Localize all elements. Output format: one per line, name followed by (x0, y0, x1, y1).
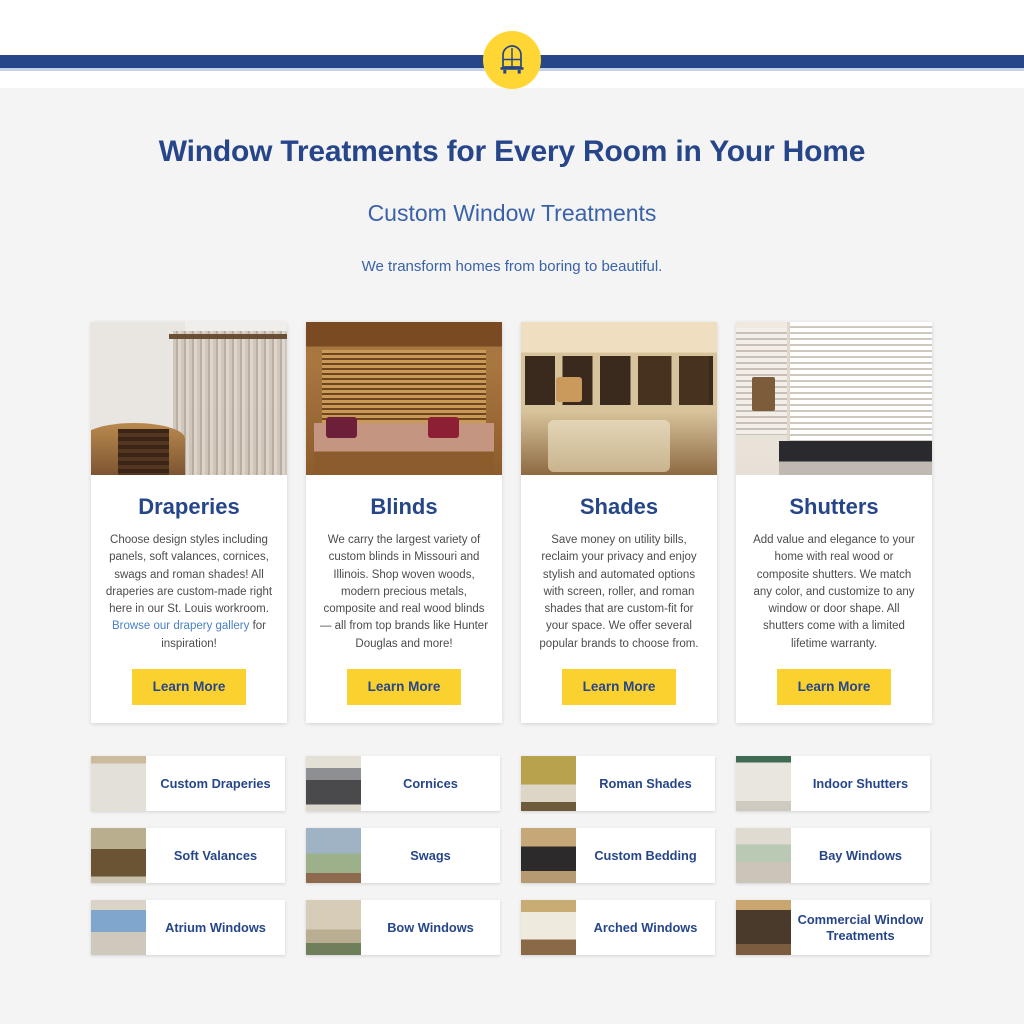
card-button-wrap: Learn More (521, 653, 717, 705)
category-tile-label: Arched Windows (593, 919, 698, 935)
category-tile-grid: Custom Draperies Cornices Roman Shades Indo… (91, 756, 932, 955)
learn-more-button-blinds[interactable]: Learn More (346, 669, 462, 705)
category-tile[interactable]: Roman Shades (521, 756, 715, 811)
card-description: Choose design styles including panels, s… (104, 532, 274, 653)
cornices-thumb (306, 756, 361, 811)
learn-more-button-shades[interactable]: Learn More (561, 669, 677, 705)
category-tile-label: Indoor Shutters (812, 775, 909, 791)
card-description: Add value and elegance to your home with… (753, 534, 915, 650)
category-tile[interactable]: Atrium Windows (91, 900, 285, 955)
service-card-shades[interactable]: Shades Save money on utility bills, recl… (521, 322, 717, 723)
hero-section: Window Treatments for Every Room in Your… (0, 88, 1024, 275)
page-subtitle: Custom Window Treatments (367, 200, 657, 226)
category-tile-label: Custom Bedding (594, 847, 697, 863)
card-title: Shutters (789, 494, 879, 519)
page-title: Window Treatments for Every Room in Your… (158, 135, 866, 168)
category-tile[interactable]: Custom Bedding (521, 828, 715, 883)
drapery-gallery-link[interactable]: Browse our drapery gallery (112, 620, 249, 632)
category-tile[interactable]: Bay Windows (736, 828, 930, 883)
service-card-row: Draperies Choose design styles including… (91, 322, 932, 723)
category-tile[interactable]: Soft Valances (91, 828, 285, 883)
category-tile-label: Commercial Window Treatments (797, 912, 924, 943)
card-description: Save money on utility bills, reclaim you… (539, 534, 699, 650)
draperies-room-photo (91, 322, 287, 475)
card-title: Draperies (138, 494, 240, 519)
category-tile-label: Atrium Windows (165, 919, 266, 935)
category-tile-label: Cornices (403, 775, 458, 791)
category-tile[interactable]: Custom Draperies (91, 756, 285, 811)
service-card-draperies[interactable]: Draperies Choose design styles including… (91, 322, 287, 723)
card-button-wrap: Learn More (91, 653, 287, 705)
arched-windows-thumb (521, 900, 576, 955)
category-tile[interactable]: Swags (306, 828, 500, 883)
category-tile-label: Bow Windows (387, 919, 474, 935)
logo-badge[interactable] (483, 31, 541, 89)
category-tile[interactable]: Arched Windows (521, 900, 715, 955)
custom-bedding-thumb (521, 828, 576, 883)
category-tile-label: Roman Shades (599, 775, 692, 791)
category-tile-label: Custom Draperies (160, 775, 271, 791)
indoor-shutters-thumb (736, 756, 791, 811)
card-button-wrap: Learn More (306, 653, 502, 705)
category-tile[interactable]: Indoor Shutters (736, 756, 930, 811)
category-tile-label: Bay Windows (818, 847, 903, 863)
service-card-blinds[interactable]: Blinds We carry the largest variety of c… (306, 322, 502, 723)
category-tile-label: Soft Valances (173, 847, 258, 863)
card-title: Shades (579, 494, 659, 519)
category-tile-label: Swags (410, 847, 451, 863)
site-header (0, 0, 1024, 89)
bay-windows-thumb (736, 828, 791, 883)
category-tile[interactable]: Bow Windows (306, 900, 500, 955)
custom-draperies-thumb (91, 756, 146, 811)
card-desc-text-1: Choose design styles including panels, s… (105, 534, 273, 616)
shades-living-room-photo (521, 322, 717, 475)
category-tile[interactable]: Commercial Window Treatments (736, 900, 930, 955)
soft-valances-thumb (91, 828, 146, 883)
category-tile[interactable]: Cornices (306, 756, 500, 811)
learn-more-button-draperies[interactable]: Learn More (131, 669, 247, 705)
swags-thumb (306, 828, 361, 883)
bow-windows-thumb (306, 900, 361, 955)
commercial-window-treatments-thumb (736, 900, 791, 955)
page-tagline: We transform homes from boring to beauti… (361, 257, 663, 275)
card-button-wrap: Learn More (736, 653, 932, 705)
atrium-windows-thumb (91, 900, 146, 955)
card-description: We carry the largest variety of custom b… (319, 534, 489, 650)
roman-shades-thumb (521, 756, 576, 811)
card-title: Blinds (370, 494, 438, 519)
blinds-bay-window-photo (306, 322, 502, 475)
learn-more-button-shutters[interactable]: Learn More (776, 669, 892, 705)
arched-window-icon (497, 43, 527, 77)
shutters-room-photo (736, 322, 932, 475)
service-card-shutters[interactable]: Shutters Add value and elegance to your … (736, 322, 932, 723)
